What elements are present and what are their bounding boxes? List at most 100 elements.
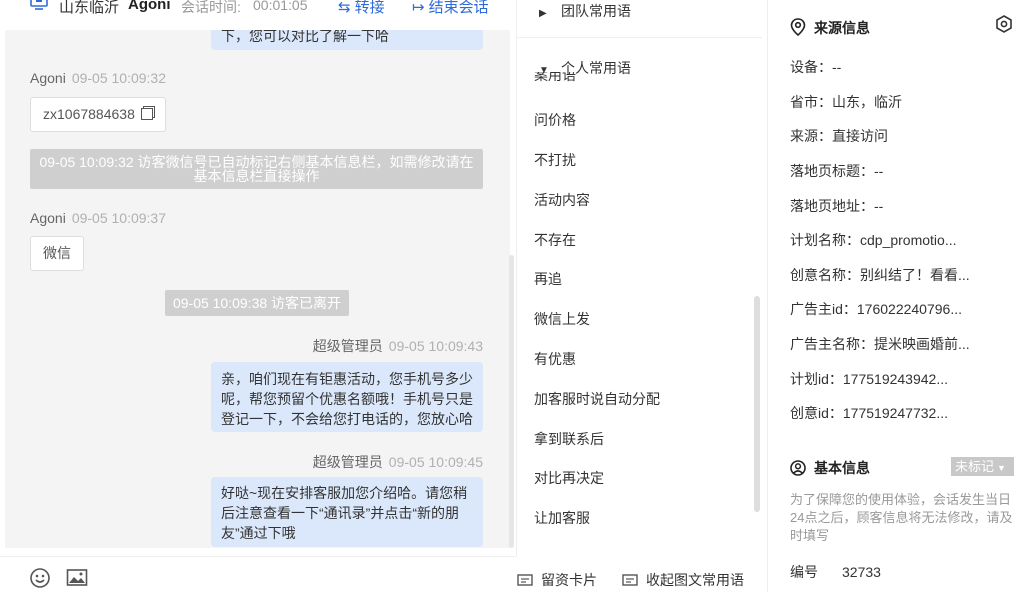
system-notice-line: 基本信息栏直接操作 <box>193 168 320 184</box>
visitor-id-row: 编号 32733 <box>790 562 881 582</box>
collapse-phrases-label: 收起图文常用语 <box>646 572 744 588</box>
phrases-panel: ▶ 团队常用语 ▼ 个人常用语 案用语 问价格 不打扰 活动内容 不存在 再追 微信… <box>516 0 767 556</box>
transfer-label: 转接 <box>354 0 385 16</box>
image-icon[interactable] <box>66 567 88 589</box>
message-meta: 超级管理员 09-05 10:09:45 <box>313 452 483 472</box>
divider <box>517 37 762 38</box>
message-text: 登记一下，不会给您打电话的，您放心哈 <box>221 411 473 427</box>
basic-info-header: 基本信息 <box>790 458 870 478</box>
message-text: zx1067884638 <box>43 106 135 122</box>
info-device: 设备：-- <box>790 59 842 75</box>
phrase-group-team[interactable]: ▶ 团队常用语 <box>539 1 631 21</box>
user-icon <box>790 460 806 476</box>
message-bubble-outgoing: 好哒~现在安排客服加您介绍哈。请您稍 后注意查看一下“通讯录”并点击“新的朋 友… <box>211 477 483 547</box>
message-meta: Agoni 09-05 10:09:37 <box>30 210 166 226</box>
message-bubble-incoming: 微信 <box>30 236 84 271</box>
lead-card-label: 留资卡片 <box>541 572 597 588</box>
message-text: 亲，咱们现在有钜惠活动，您手机号多少 <box>221 371 473 387</box>
phrase-item[interactable]: 再追 <box>534 269 562 289</box>
phrase-item[interactable]: 有优惠 <box>534 349 576 369</box>
phrase-group-label: 团队常用语 <box>561 3 631 19</box>
info-landing-url: 落地页地址：-- <box>790 198 884 214</box>
chat-header: 山东临沂 Agoni 会话时间: 00:01:05 ⇆ 转接 ↦ 结束会话 <box>0 0 516 30</box>
info-creative-name: 创意名称：别纠结了！看看... <box>790 267 970 283</box>
message-scrollbar[interactable] <box>509 255 514 548</box>
visitor-id-label: 编号 <box>790 564 818 580</box>
session-timer-label: 会话时间: <box>181 0 241 15</box>
message-bubble-incoming: zx1067884638 <box>30 97 166 132</box>
phrase-item[interactable]: 不打扰 <box>534 150 576 170</box>
phrase-label: 案用语 <box>534 72 576 82</box>
message-text: 友”通过下哦 <box>221 525 296 541</box>
info-source: 来源：直接访问 <box>790 128 888 144</box>
message-sender: Agoni <box>30 70 66 86</box>
info-creative-id: 创意id：177519247732... <box>790 405 948 421</box>
chat-panel: 山东临沂 Agoni 会话时间: 00:01:05 ⇆ 转接 ↦ 结束会话 下，您可… <box>0 0 744 592</box>
phrase-scrollbar[interactable] <box>754 296 760 512</box>
info-province: 省市：山东，临沂 <box>790 94 902 110</box>
exit-icon: ↦ <box>412 0 425 16</box>
visitor-info-panel: 来源信息 设备：-- 省市：山东，临沂 来源：直接访问 落地页标题：-- 落地页… <box>767 0 1019 592</box>
message-meta: Agoni 09-05 10:09:32 <box>30 70 166 86</box>
end-session-label: 结束会话 <box>428 0 489 16</box>
end-session-button[interactable]: ↦ 结束会话 <box>412 0 489 17</box>
message-time: 09-05 10:09:45 <box>388 454 483 470</box>
chevron-down-icon: ▼ <box>997 463 1006 473</box>
message-sender: Agoni <box>30 210 66 226</box>
card-icon <box>622 574 638 586</box>
phrase-item[interactable]: 对比再决定 <box>534 468 604 488</box>
collapse-phrases-button[interactable]: 收起图文常用语 <box>622 570 744 590</box>
message-sender: 超级管理员 <box>312 338 383 354</box>
message-meta: 超级管理员 09-05 10:09:43 <box>313 336 483 356</box>
system-notice: 09-05 10:09:32 访客微信号已自动标记右侧基本信息栏，如需修改请在 … <box>30 149 483 189</box>
message-bubble-outgoing: 亲，咱们现在有钜惠活动，您手机号多少 呢，帮您预留个优惠名额哦！手机号只是 登记… <box>211 362 483 432</box>
info-landing-title: 落地页标题：-- <box>790 163 884 179</box>
caret-right-icon: ▶ <box>539 8 547 19</box>
card-icon <box>517 574 533 586</box>
source-info-title: 来源信息 <box>814 20 870 36</box>
message-text: 后注意查看一下“通讯录”并点击“新的朋 <box>221 505 459 521</box>
location-pin-icon <box>790 18 806 37</box>
emoji-icon[interactable] <box>29 567 51 589</box>
message-sender: 超级管理员 <box>312 454 383 470</box>
settings-icon[interactable] <box>995 15 1013 33</box>
tag-dropdown[interactable]: 未标记 ▼ <box>951 457 1014 476</box>
message-text: 微信 <box>43 245 71 261</box>
session-timer: 00:01:05 <box>253 0 308 13</box>
transfer-icon: ⇆ <box>338 0 351 16</box>
info-plan-id: 计划id：177519243942... <box>790 371 948 387</box>
edit-notice: 为了保障您的使用体验，会话发生当日24点之后，顾客信息将无法修改，请及时填写 <box>790 492 1013 543</box>
phrase-item[interactable]: 问价格 <box>534 110 576 130</box>
message-time: 09-05 10:09:32 <box>71 70 167 86</box>
tag-label: 未标记 <box>955 459 995 474</box>
info-advertiser-name: 广告主名称：提米映画婚前... <box>790 336 970 352</box>
phrase-item[interactable]: 活动内容 <box>534 190 590 210</box>
system-notice-line: 09-05 10:09:32 访客微信号已自动标记右侧基本信息栏，如需修改请在 <box>39 154 474 170</box>
phrase-item[interactable]: 不存在 <box>534 230 576 250</box>
visitor-location: 山东临沂 <box>59 0 120 16</box>
visitor-name: Agoni <box>128 0 171 13</box>
transfer-button[interactable]: ⇆ 转接 <box>338 0 385 17</box>
visitor-id-value: 32733 <box>842 564 881 580</box>
phrase-item[interactable]: 让加客服 <box>534 508 590 528</box>
info-plan-name: 计划名称：cdp_promotio... <box>790 232 957 248</box>
phrase-item[interactable]: 拿到联系后 <box>534 429 604 449</box>
source-info-header: 来源信息 <box>790 18 870 38</box>
lead-card-button[interactable]: 留资卡片 <box>517 570 597 590</box>
message-bubble-outgoing: 下，您可以对比了解一下哈 <box>211 30 483 50</box>
basic-info-title: 基本信息 <box>814 460 870 476</box>
copy-icon[interactable] <box>140 108 153 120</box>
chat-toolbar: 留资卡片 收起图文常用语 <box>0 556 744 592</box>
system-notice: 09-05 10:09:38 访客已离开 <box>165 290 349 316</box>
message-text: 下，您可以对比了解一下哈 <box>221 30 389 44</box>
message-text: 好哒~现在安排客服加您介绍哈。请您稍 <box>221 485 468 501</box>
phrase-item[interactable]: 加客服时说自动分配 <box>534 389 660 409</box>
monitor-icon <box>30 0 48 10</box>
phrase-item-partial[interactable]: 案用语 <box>534 72 594 82</box>
message-time: 09-05 10:09:43 <box>388 338 483 354</box>
message-time: 09-05 10:09:37 <box>71 210 167 226</box>
phrase-item[interactable]: 微信上发 <box>534 309 590 329</box>
info-advertiser-id: 广告主id：176022240796... <box>790 301 962 317</box>
message-list[interactable]: 下，您可以对比了解一下哈 Agoni 09-05 10:09:32 zx10678… <box>5 30 510 548</box>
message-text: 呢，帮您预留个优惠名额哦！手机号只是 <box>221 391 473 407</box>
